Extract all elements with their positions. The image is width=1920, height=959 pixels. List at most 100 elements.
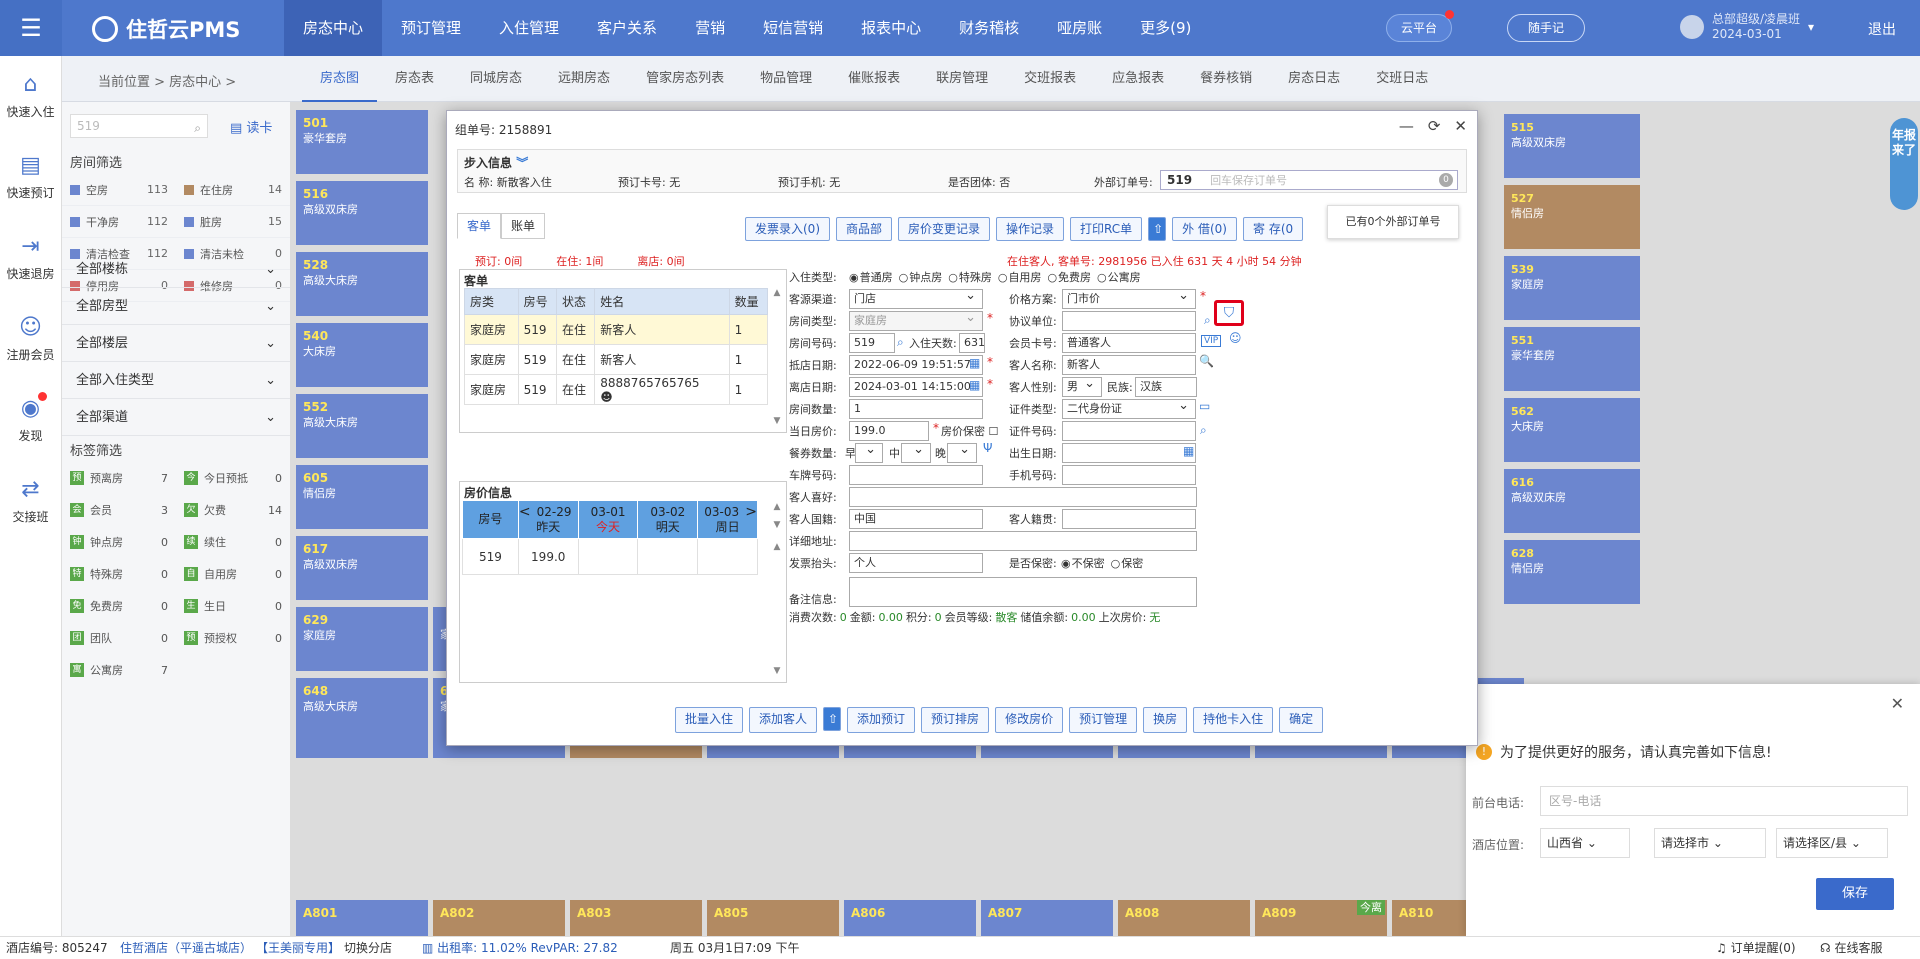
toolbar-button[interactable]: 商品部	[836, 217, 893, 241]
id-card-reader-button[interactable]: ⛉	[1214, 300, 1244, 326]
room-tile[interactable]: 516 高级双床房	[296, 181, 428, 245]
quick-action-2[interactable]: ⇥ 快速退房	[0, 218, 61, 299]
agreement-input[interactable]	[1062, 311, 1196, 331]
external-order-input[interactable]: 519 回车保存订单号 0	[1160, 170, 1458, 190]
tag-filter-item[interactable]: 会会员 3	[62, 494, 176, 526]
nav-item[interactable]: 营销	[676, 0, 744, 56]
dialog-tab[interactable]: 账单	[501, 213, 545, 239]
table-row[interactable]: 家庭房 519 在住 新客人 1	[464, 314, 769, 345]
member-input[interactable]: 普通客人	[1062, 333, 1196, 353]
prev-arrow-icon[interactable]: <	[519, 504, 531, 520]
next-arrow-icon[interactable]: >	[745, 504, 757, 520]
checkin-type-radio[interactable]: 普通房	[849, 269, 893, 285]
tag-filter-item[interactable]: 寓公寓房 7	[62, 654, 176, 686]
phone-input[interactable]: 区号-电话	[1540, 786, 1908, 816]
room-tile[interactable]: 628 情侣房	[1504, 540, 1640, 604]
lunch-select[interactable]	[901, 441, 931, 463]
toolbar-button[interactable]: 寄 存(0	[1243, 217, 1304, 241]
id-scan-icon[interactable]: ▭	[1199, 399, 1210, 413]
tab-item[interactable]: 房态表	[377, 56, 452, 102]
search-icon[interactable]: ⌕	[194, 117, 201, 139]
action-button[interactable]: 添加客人	[749, 707, 818, 733]
checkin-type-radio[interactable]: 免费房	[1047, 269, 1091, 285]
logout-link[interactable]: 退出	[1868, 19, 1896, 39]
table-row[interactable]: 家庭房 519 在住 8888765765765 ☻ 1	[464, 374, 769, 405]
tab-item[interactable]: 管家房态列表	[628, 56, 742, 102]
tag-filter-item[interactable]: 钟钟点房 0	[62, 526, 176, 558]
privacy-radio[interactable]: 保密	[1111, 555, 1143, 571]
vip-icon[interactable]: VIP	[1201, 335, 1222, 347]
depart-date-input[interactable]: 2024-03-01 14:15:00	[849, 377, 983, 397]
nav-item[interactable]: 房态中心	[284, 0, 383, 56]
quick-action-1[interactable]: ▤ 快速预订	[0, 137, 61, 218]
tag-filter-item[interactable]: 预预离房 7	[62, 462, 176, 494]
room-tile[interactable]: A801	[296, 900, 428, 936]
nation-input[interactable]: 中国	[849, 509, 983, 529]
plan-select[interactable]: 门市价	[1062, 287, 1196, 309]
district-select[interactable]: 请选择区/县 ⌄	[1776, 828, 1888, 858]
tab-item[interactable]: 房态日志	[1270, 56, 1358, 102]
minimize-icon[interactable]: —	[1399, 117, 1414, 135]
hotel-name[interactable]: 住哲酒店（平遥古城店）	[120, 937, 252, 959]
tag-filter-item[interactable]: 预预授权 0	[176, 622, 290, 654]
tab-item[interactable]: 应急报表	[1094, 56, 1182, 102]
privacy-radio[interactable]: 不保密	[1061, 555, 1105, 571]
close-icon[interactable]: ✕	[1454, 117, 1467, 135]
scroll-down-icon[interactable]: ▼	[772, 520, 782, 530]
toolbar-button[interactable]: 房价变更记录	[898, 217, 991, 241]
nav-item[interactable]: 预订管理	[382, 0, 480, 56]
quick-action-0[interactable]: ⌂ 快速入住	[0, 56, 61, 137]
save-button[interactable]: 保存	[1816, 878, 1894, 910]
action-button[interactable]: 修改房价	[995, 707, 1064, 733]
idtype-select[interactable]: 二代身份证	[1062, 397, 1196, 419]
nav-item[interactable]: 财务稽核	[940, 0, 1038, 56]
checkin-type-radio[interactable]: 特殊房	[948, 269, 992, 285]
preference-input[interactable]	[849, 487, 1197, 507]
ethnic-input[interactable]: 汉族	[1135, 377, 1197, 397]
qty-input[interactable]: 1	[849, 399, 983, 419]
scroll-up-icon[interactable]: ▲	[772, 542, 782, 552]
source-select[interactable]: 门店	[849, 287, 983, 309]
tab-item[interactable]: 联房管理	[918, 56, 1006, 102]
meal-icon[interactable]: Ψ	[983, 441, 992, 455]
toolbar-button[interactable]: 发票录入(0)	[745, 217, 830, 241]
close-icon[interactable]: ✕	[1891, 694, 1904, 713]
cloud-platform-button[interactable]: 云平台	[1386, 10, 1455, 42]
origin-input[interactable]	[1062, 509, 1196, 529]
room-tile[interactable]: A803	[570, 900, 702, 936]
status-filter-item[interactable]: 脏房 15	[176, 206, 290, 238]
checkin-type-radio[interactable]: 钟点房	[899, 269, 942, 285]
toolbar-button[interactable]: 外 借(0)	[1172, 217, 1237, 241]
toolbar-button[interactable]: 打印RC单	[1070, 217, 1143, 241]
filter-dropdown[interactable]: 全部渠道 ⌄	[62, 400, 290, 436]
upload-icon[interactable]: ⇧	[823, 707, 842, 731]
search-icon[interactable]: ⌕	[897, 335, 904, 350]
calendar-icon[interactable]: ▦	[1183, 444, 1194, 458]
room-tile[interactable]: 527 情侣房	[1504, 185, 1640, 249]
add-user-icon[interactable]: ☺	[1229, 331, 1242, 345]
quick-action-5[interactable]: ⇄ 交接班	[0, 461, 61, 542]
room-tile[interactable]: 617 高级双床房	[296, 536, 428, 600]
nav-item[interactable]: 短信营销	[744, 0, 842, 56]
room-tile[interactable]: 629 家庭房	[296, 607, 428, 671]
toolbar-button[interactable]: 操作记录	[996, 217, 1065, 241]
province-select[interactable]: 山西省 ⌄	[1540, 828, 1630, 858]
mobile-input[interactable]	[1062, 465, 1196, 485]
tag-filter-item[interactable]: 欠欠费 14	[176, 494, 290, 526]
annual-report-badge[interactable]: 年报来了	[1890, 118, 1918, 210]
switch-branch-button[interactable]: 切换分店	[344, 937, 392, 959]
read-card-button[interactable]: ▤ 读卡	[230, 117, 272, 136]
quick-action-4[interactable]: ◉ 发现	[0, 380, 61, 461]
room-tile[interactable]: 552 高级大床房	[296, 394, 428, 458]
action-button[interactable]: 预订管理	[1069, 707, 1138, 733]
scroll-up-icon[interactable]: ▲	[772, 288, 782, 298]
filter-dropdown[interactable]: 全部楼栋 ⌄	[62, 252, 290, 288]
nav-item[interactable]: 报表中心	[842, 0, 940, 56]
tab-item[interactable]: 远期房态	[540, 56, 628, 102]
gender-select[interactable]: 男	[1062, 375, 1102, 397]
status-filter-item[interactable]: 在住房 14	[176, 174, 290, 206]
nav-item[interactable]: 客户关系	[578, 0, 676, 56]
room-tile[interactable]: 539 家庭房	[1504, 256, 1640, 320]
restore-icon[interactable]: ⟳	[1428, 117, 1441, 135]
action-button[interactable]: 预订排房	[921, 707, 990, 733]
